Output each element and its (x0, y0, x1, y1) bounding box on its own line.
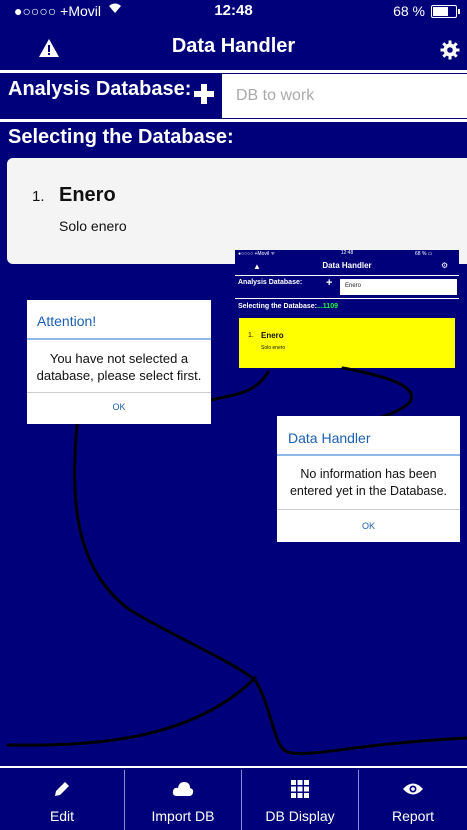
tab-label: Report (391, 808, 435, 824)
status-bar: ●○○○○ +Movil 12:48 68 % (0, 0, 467, 20)
tab-label: Edit (49, 808, 75, 824)
dialog-title-underline (277, 454, 460, 456)
list-item-name: Enero (59, 184, 116, 206)
battery-indicator: 68 % (393, 3, 460, 19)
inset-gear-icon: ⚙ (441, 261, 449, 270)
list-item-subtitle: Solo enero (59, 218, 127, 234)
tab-label: DB Display (265, 808, 335, 824)
list-item-number: 1. (32, 188, 45, 205)
inset-selecting-label: Selecting the Database:...1109 (238, 303, 338, 310)
tab-edit[interactable]: Edit (0, 768, 124, 830)
inset-analysis-label: Analysis Database: (238, 279, 303, 286)
tab-report[interactable]: Report (359, 768, 467, 830)
battery-percent: 68 % (393, 3, 425, 19)
inset-divider-2 (235, 298, 459, 299)
gear-icon[interactable] (440, 40, 462, 62)
list-item[interactable]: 1. Enero Solo enero (7, 158, 467, 264)
ok-button[interactable]: OK (27, 401, 211, 413)
db-to-work-input[interactable] (222, 74, 467, 118)
inset-selecting-count: ...1109 (316, 303, 338, 310)
inset-title: Data Handler (322, 261, 372, 270)
tab-bar: Edit Import DB DB Display Report (0, 766, 467, 830)
grid-icon (242, 778, 358, 800)
dialog-divider (27, 392, 211, 393)
tab-label: Import DB (151, 808, 215, 824)
inset-divider (235, 275, 459, 276)
inset-battery: 68 % ▭ (415, 251, 433, 257)
selecting-database-label: Selecting the Database: (8, 126, 234, 148)
inset-input: Enero (340, 279, 457, 295)
inset-item-subtitle: Solo enero (261, 345, 286, 351)
dialog-message-line: database, please select first. (36, 368, 202, 383)
dialog-message-line: You have not selected a (49, 351, 189, 366)
nav-bar: Data Handler (0, 20, 467, 70)
dialog-title: Attention! (37, 313, 97, 329)
dialog-title-underline (27, 338, 211, 340)
cloud-icon (125, 778, 241, 800)
dialog-message: No information has been entered yet in t… (277, 466, 460, 500)
nav-divider (0, 70, 467, 73)
tab-db-display[interactable]: DB Display (242, 768, 358, 830)
inset-list-item: 1. Enero Solo enero (239, 318, 455, 368)
analysis-database-label: Analysis Database: (8, 78, 192, 100)
inset-screenshot: ●○○○○ +Movil ᯤ 12:48 68 % ▭ ▲ Data Handl… (235, 250, 459, 368)
dialog-message-line: No information has been (300, 467, 437, 481)
attention-dialog: Attention! You have not selected a datab… (27, 300, 211, 424)
inset-item-name: Enero (261, 331, 284, 340)
page-title: Data Handler (171, 35, 296, 57)
inset-selecting-text: Selecting the Database: (238, 303, 317, 310)
plus-icon[interactable] (192, 82, 220, 110)
section-divider (0, 119, 467, 122)
eye-icon (359, 778, 467, 800)
dialog-title: Data Handler (288, 430, 371, 446)
dialog-divider (277, 509, 460, 510)
ok-button[interactable]: OK (277, 520, 460, 532)
data-handler-dialog: Data Handler No information has been ent… (277, 416, 460, 542)
dialog-message-line: entered yet in the Database. (289, 484, 448, 498)
pencil-icon (0, 778, 124, 800)
inset-item-number: 1. (248, 332, 254, 339)
tab-import-db[interactable]: Import DB (125, 768, 241, 830)
battery-icon (431, 4, 460, 18)
inset-plus-icon: + (326, 277, 333, 289)
dialog-message: You have not selected a database, please… (27, 350, 211, 384)
